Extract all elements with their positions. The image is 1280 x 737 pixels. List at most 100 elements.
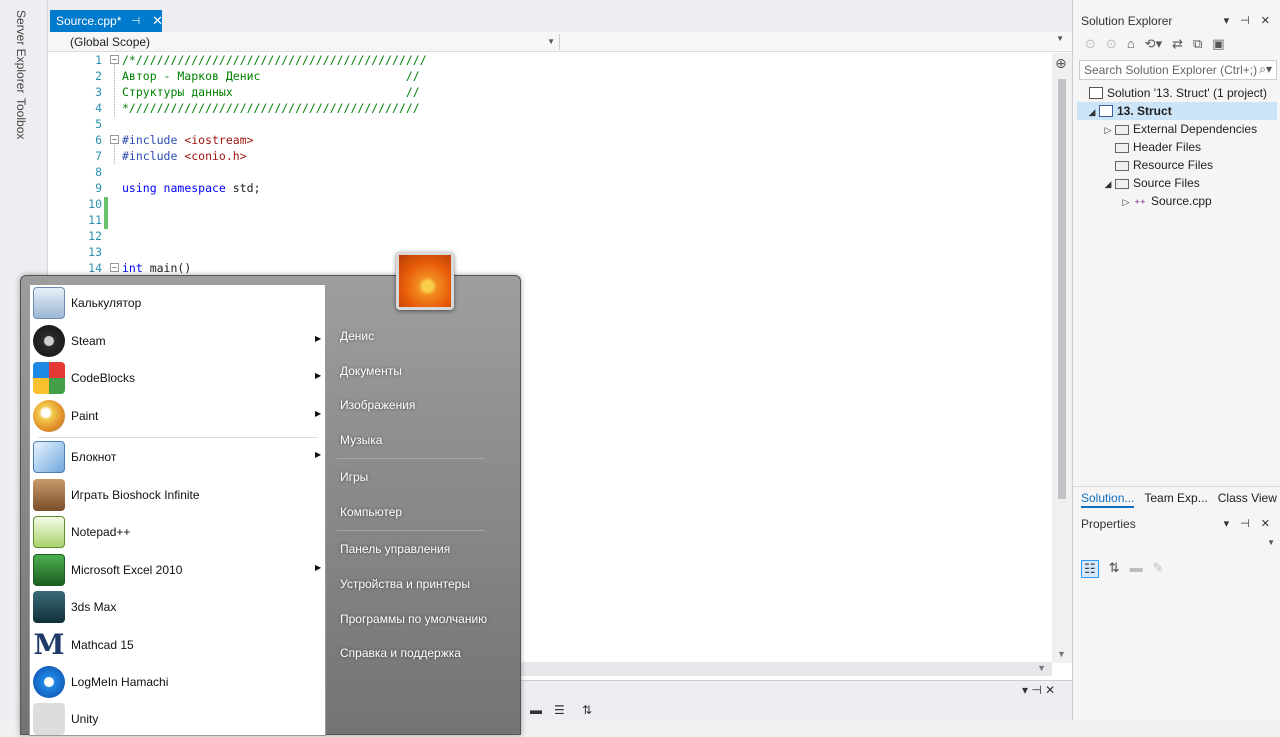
collapse-icon[interactable]: − — [110, 55, 119, 64]
tree-item-header-files[interactable]: Header Files — [1115, 138, 1201, 156]
bioshock-icon — [33, 479, 65, 511]
tab-solution-explorer[interactable]: Solution... — [1081, 491, 1135, 508]
code-line: 3 Структуры данных // — [48, 85, 648, 101]
panel-toolbar-icon[interactable]: ▬ — [530, 703, 542, 717]
start-link-games[interactable]: Игры — [340, 470, 368, 484]
filter-icon[interactable]: ⇅ — [582, 703, 592, 717]
start-link-help-support[interactable]: Справка и поддержка — [340, 646, 461, 660]
editor-horizontal-scrollbar[interactable]: ▼ — [518, 662, 1052, 676]
show-all-files-icon[interactable]: ▣ — [1212, 36, 1224, 52]
start-link-documents[interactable]: Документы — [340, 364, 402, 378]
program-item-hamachi[interactable]: LogMeIn Hamachi — [30, 664, 327, 700]
categorized-icon[interactable]: ☷ — [1081, 560, 1099, 578]
collapse-icon[interactable]: − — [110, 263, 119, 272]
scroll-right-icon[interactable]: ▼ — [1037, 663, 1046, 673]
folder-icon — [1115, 179, 1129, 189]
solution-explorer-search[interactable]: Search Solution Explorer (Ctrl+;) ⌕▾ — [1079, 60, 1277, 80]
properties-object-dropdown[interactable]: ▼ — [1079, 538, 1277, 552]
paint-icon — [33, 400, 65, 432]
program-item-notepad[interactable]: Блокнот ▶ — [30, 439, 327, 475]
property-pages-icon[interactable]: ▬ — [1130, 560, 1143, 578]
submenu-arrow-icon[interactable]: ▶ — [315, 371, 321, 380]
forward-icon[interactable]: ⊙ — [1106, 36, 1117, 52]
scroll-down-icon[interactable]: ▼ — [1057, 649, 1066, 659]
tree-item-project[interactable]: ◢ 13. Struct — [1085, 102, 1172, 120]
history-icon[interactable]: ⟲▾ — [1145, 36, 1162, 52]
submenu-arrow-icon[interactable]: ▶ — [315, 450, 321, 459]
submenu-arrow-icon[interactable]: ▶ — [315, 334, 321, 343]
chevron-down-icon: ▼ — [547, 37, 555, 46]
collapse-icon[interactable]: − — [110, 135, 119, 144]
collapse-all-icon[interactable]: ⧉ — [1193, 36, 1202, 52]
sync-icon[interactable]: ⇄ — [1172, 36, 1183, 52]
program-item-steam[interactable]: Steam ▶ — [30, 323, 327, 359]
tree-item-source-cpp[interactable]: ▷ ⁺⁺ Source.cpp — [1119, 192, 1212, 210]
program-item-notepadpp[interactable]: Notepad++ — [30, 514, 327, 550]
code-line: 5 — [48, 117, 648, 133]
editor-vertical-scrollbar[interactable]: ⊕ ▼ — [1052, 53, 1072, 663]
calculator-icon — [33, 287, 65, 319]
hamachi-icon — [33, 666, 65, 698]
program-item-excel[interactable]: Microsoft Excel 2010 ▶ — [30, 552, 327, 588]
start-link-devices-printers[interactable]: Устройства и принтеры — [340, 577, 470, 591]
program-label: CodeBlocks — [71, 371, 136, 385]
collapsed-icon[interactable]: ▷ — [1119, 193, 1133, 211]
wrench-icon[interactable]: ✎ — [1153, 560, 1164, 578]
alphabetical-icon[interactable]: ⇅ — [1109, 560, 1120, 578]
split-window-icon[interactable]: ⊕ — [1055, 55, 1067, 72]
collapsed-icon[interactable]: ▷ — [1101, 121, 1115, 139]
program-item-mathcad[interactable]: M Mathcad 15 — [30, 627, 327, 663]
tree-item-label: External Dependencies — [1133, 122, 1258, 136]
scrollbar-thumb[interactable] — [1058, 79, 1066, 499]
tree-item-external-dependencies[interactable]: ▷ External Dependencies — [1101, 120, 1258, 139]
close-icon[interactable]: ✕ — [152, 13, 163, 29]
start-link-computer[interactable]: Компьютер — [340, 505, 402, 519]
start-link-user[interactable]: Денис — [340, 329, 374, 343]
member-dropdown[interactable]: ▼ — [560, 34, 1068, 50]
tree-item-resource-files[interactable]: Resource Files — [1115, 156, 1213, 174]
line-number: 1 — [95, 53, 102, 67]
program-item-unity[interactable]: Unity — [30, 701, 327, 737]
chevron-down-icon: ▼ — [1056, 34, 1064, 43]
program-item-codeblocks[interactable]: CodeBlocks ▶ — [30, 360, 327, 396]
server-explorer-tab[interactable]: Server Explorer — [14, 10, 28, 93]
start-link-pictures[interactable]: Изображения — [340, 398, 415, 412]
properties-title: Properties — [1081, 517, 1136, 531]
line-number: 9 — [95, 181, 102, 195]
code-line: 4 */////////////////////////////////////… — [48, 101, 648, 117]
toolbox-tab[interactable]: Toolbox — [14, 98, 28, 139]
excel-icon — [33, 554, 65, 586]
back-icon[interactable]: ⊙ — [1085, 36, 1096, 52]
expanded-icon[interactable]: ◢ — [1101, 175, 1115, 193]
code-line: 9 using namespace std; — [48, 181, 648, 197]
document-tab-source-cpp[interactable]: Source.cpp* ⊣ ✕ — [50, 10, 163, 32]
scope-dropdown[interactable]: (Global Scope) ▼ — [64, 34, 560, 50]
divider — [337, 530, 485, 531]
panel-controls[interactable]: ▾ ⊣ ✕ — [1022, 683, 1055, 697]
solution-explorer-controls[interactable]: ▾ ⊣ ✕ — [1224, 14, 1274, 27]
code-text: std; — [225, 181, 261, 195]
program-item-calculator[interactable]: Калькулятор — [30, 285, 327, 321]
properties-controls[interactable]: ▾ ⊣ ✕ — [1224, 517, 1274, 530]
start-link-control-panel[interactable]: Панель управления — [340, 542, 450, 556]
tree-item-solution[interactable]: Solution '13. Struct' (1 project) — [1089, 84, 1267, 102]
submenu-arrow-icon[interactable]: ▶ — [315, 409, 321, 418]
program-item-3dsmax[interactable]: 3ds Max — [30, 589, 327, 625]
keyword: namespace — [156, 181, 226, 195]
submenu-arrow-icon[interactable]: ▶ — [315, 563, 321, 572]
program-item-paint[interactable]: Paint ▶ — [30, 398, 327, 434]
tree-item-label: Solution '13. Struct' (1 project) — [1107, 86, 1267, 100]
pin-icon[interactable]: ⊣ — [131, 16, 140, 27]
tree-item-source-files[interactable]: ◢ Source Files — [1101, 174, 1200, 192]
tasks-icon[interactable]: ☰ — [554, 703, 565, 717]
program-item-bioshock[interactable]: Играть Bioshock Infinite — [30, 477, 327, 513]
search-icon[interactable]: ⌕▾ — [1259, 62, 1272, 76]
start-link-default-programs[interactable]: Программы по умолчанию — [340, 612, 487, 626]
user-picture[interactable] — [396, 252, 454, 310]
start-link-music[interactable]: Музыка — [340, 433, 382, 447]
tab-class-view[interactable]: Class View — [1218, 491, 1277, 508]
tab-team-explorer[interactable]: Team Exp... — [1144, 491, 1207, 508]
expanded-icon[interactable]: ◢ — [1085, 103, 1099, 121]
home-icon[interactable]: ⌂ — [1127, 36, 1135, 52]
tree-item-label: 13. Struct — [1117, 104, 1172, 118]
